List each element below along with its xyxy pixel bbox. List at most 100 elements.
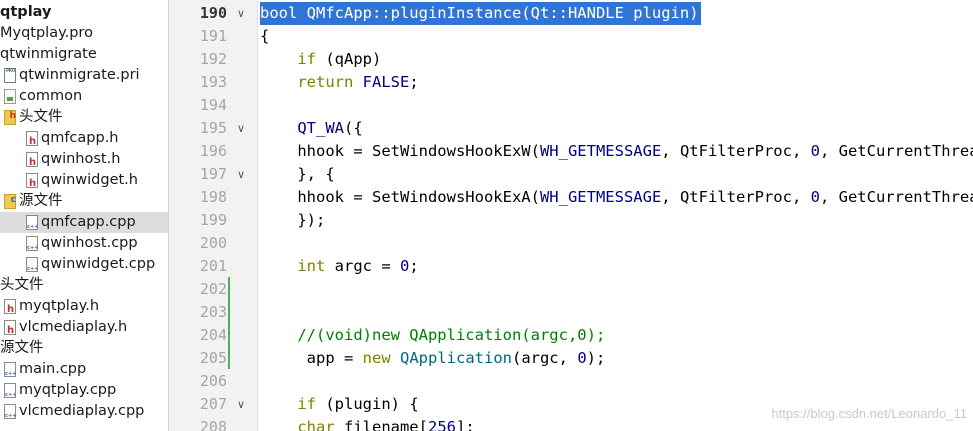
line-number: 204 xyxy=(199,326,227,344)
code-token: int xyxy=(297,257,326,275)
tree-item[interactable]: qwinhost.cpp xyxy=(0,233,168,259)
code-token: return xyxy=(297,73,354,91)
tree-item[interactable]: 源文件 xyxy=(0,338,168,359)
tree-item-label: main.cpp xyxy=(19,361,87,377)
line-number: 192 xyxy=(199,50,227,68)
watermark: https://blog.csdn.net/Leonardo_11 xyxy=(771,406,967,421)
cpp-file-icon xyxy=(4,362,16,385)
cpp-file-icon xyxy=(4,383,16,406)
code-line[interactable]: hhook = SetWindowsHookExW(WH_GETMESSAGE,… xyxy=(260,140,973,163)
tree-item-label: myqtplay.cpp xyxy=(19,382,117,398)
code-token: argc = xyxy=(325,257,400,275)
project-tree[interactable]: qtplay Myqtplay.pro qtwinmigrate qtwinmigra… xyxy=(0,0,169,431)
code-token: if xyxy=(297,395,316,413)
tree-item[interactable]: qmfcapp.h xyxy=(0,128,168,152)
code-token: , GetCurrentThreadId()); xyxy=(819,142,973,160)
code-token: QT_WA xyxy=(297,119,344,137)
code-token: bool QMfcApp::pluginInstance(Qt::HANDLE … xyxy=(260,4,699,22)
code-line[interactable]: if (plugin) { xyxy=(260,393,419,416)
line-number: 203 xyxy=(199,303,227,321)
line-number-gutter: 190 ∨ 191 192 193 194 195 ∨ 196 197 ∨ 198 199 200 201 2… xyxy=(169,0,258,431)
tree-item-label: 源文件 xyxy=(19,193,63,209)
code-token: //(void)new QApplication(argc,0); xyxy=(260,326,606,344)
tree-item-label: myqtplay.h xyxy=(19,298,100,314)
code-editor[interactable]: bool QMfcApp::pluginInstance(Qt::HANDLE … xyxy=(258,0,973,431)
cpp-file-icon xyxy=(4,404,16,427)
line-number: 191 xyxy=(199,27,227,45)
code-token: ]; xyxy=(455,418,475,431)
code-token: hhook = SetWindowsHookExW( xyxy=(260,142,540,160)
fold-chevron-icon[interactable]: ∨ xyxy=(235,117,247,140)
tree-item-label: qtwinmigrate.pri xyxy=(19,67,140,83)
tree-item-label: 源文件 xyxy=(0,340,44,356)
tree-item[interactable]: qtplay xyxy=(0,2,168,23)
code-token: { xyxy=(260,27,270,45)
tree-item[interactable]: main.cpp xyxy=(0,359,168,385)
code-line[interactable]: { xyxy=(260,25,269,48)
header-file-icon xyxy=(26,152,38,173)
tree-item-label: qtplay xyxy=(0,4,52,20)
fold-chevron-icon[interactable]: ∨ xyxy=(235,393,247,416)
tree-item-label: qwinhost.h xyxy=(41,151,121,167)
code-line[interactable]: bool QMfcApp::pluginInstance(Qt::HANDLE … xyxy=(260,2,701,25)
pro-file-icon xyxy=(4,60,16,83)
line-number: 200 xyxy=(199,234,227,252)
code-line[interactable]: app = new QApplication(argc, 0); xyxy=(260,347,606,370)
code-line[interactable]: hhook = SetWindowsHookExA(WH_GETMESSAGE,… xyxy=(260,186,973,209)
tree-item[interactable]: qmfcapp.cpp xyxy=(0,212,168,238)
code-line[interactable]: QT_WA({ xyxy=(260,117,362,140)
code-line[interactable]: return FALSE; xyxy=(260,71,418,94)
code-line[interactable]: int argc = 0; xyxy=(260,255,418,278)
tree-item[interactable]: qwinhost.h xyxy=(0,149,168,173)
code-line[interactable]: }); xyxy=(260,209,325,232)
code-token: ); xyxy=(586,349,606,367)
tree-item[interactable]: 源文件 xyxy=(0,190,168,212)
fold-chevron-icon[interactable]: ∨ xyxy=(235,2,247,25)
fold-chevron-icon[interactable]: ∨ xyxy=(235,163,247,186)
tree-item[interactable]: common xyxy=(0,86,168,107)
tree-item[interactable]: 头文件 xyxy=(0,106,168,128)
code-line[interactable]: }, { xyxy=(260,163,334,186)
cpp-file-icon xyxy=(26,236,38,259)
tree-item-label: 头文件 xyxy=(19,109,63,125)
line-number: 199 xyxy=(199,211,227,229)
code-token: , QtFilterProc, xyxy=(661,142,811,160)
code-line[interactable]: //(void)new QApplication(argc,0); xyxy=(260,324,605,347)
line-number: 201 xyxy=(199,257,227,275)
header-file-icon xyxy=(26,173,38,194)
code-token: QApplication xyxy=(400,349,512,367)
code-line[interactable]: char filename[256]; xyxy=(260,416,475,431)
tree-item[interactable]: vlcmediaplay.h xyxy=(0,317,168,341)
code-token: (plugin) { xyxy=(316,395,419,413)
tree-item[interactable]: qtwinmigrate.pri xyxy=(0,60,168,86)
code-token: WH_GETMESSAGE xyxy=(539,142,662,160)
tree-item[interactable]: qwinwidget.cpp xyxy=(0,254,168,280)
cpp-file-icon xyxy=(26,257,38,280)
line-number: 208 xyxy=(199,418,227,431)
line-number: 193 xyxy=(199,73,227,91)
tree-item-label: qwinwidget.cpp xyxy=(41,256,156,272)
header-folder-icon xyxy=(4,106,16,127)
tree-item[interactable]: qtwinmigrate xyxy=(0,44,168,65)
tree-item[interactable]: Myqtplay.pro xyxy=(0,23,168,44)
header-file-icon xyxy=(26,131,38,152)
line-number: 206 xyxy=(199,372,227,390)
code-token: 0 xyxy=(810,188,820,206)
code-token: char xyxy=(297,418,335,431)
code-token: , QtFilterProc, xyxy=(661,188,811,206)
cpp-file-icon xyxy=(26,215,38,238)
code-token: hhook = SetWindowsHookExA( xyxy=(260,188,540,206)
tree-item[interactable]: vlcmediaplay.cpp xyxy=(0,401,168,427)
code-token: 0 xyxy=(810,142,820,160)
tree-item-label: qwinhost.cpp xyxy=(41,235,138,251)
tree-item[interactable]: myqtplay.h xyxy=(0,296,168,320)
tree-item[interactable]: 头文件 xyxy=(0,275,168,296)
tree-item[interactable]: qwinwidget.h xyxy=(0,170,168,194)
tree-item[interactable]: myqtplay.cpp xyxy=(0,380,168,406)
code-line[interactable]: if (qApp) xyxy=(260,48,381,71)
code-token: (qApp) xyxy=(316,50,382,68)
